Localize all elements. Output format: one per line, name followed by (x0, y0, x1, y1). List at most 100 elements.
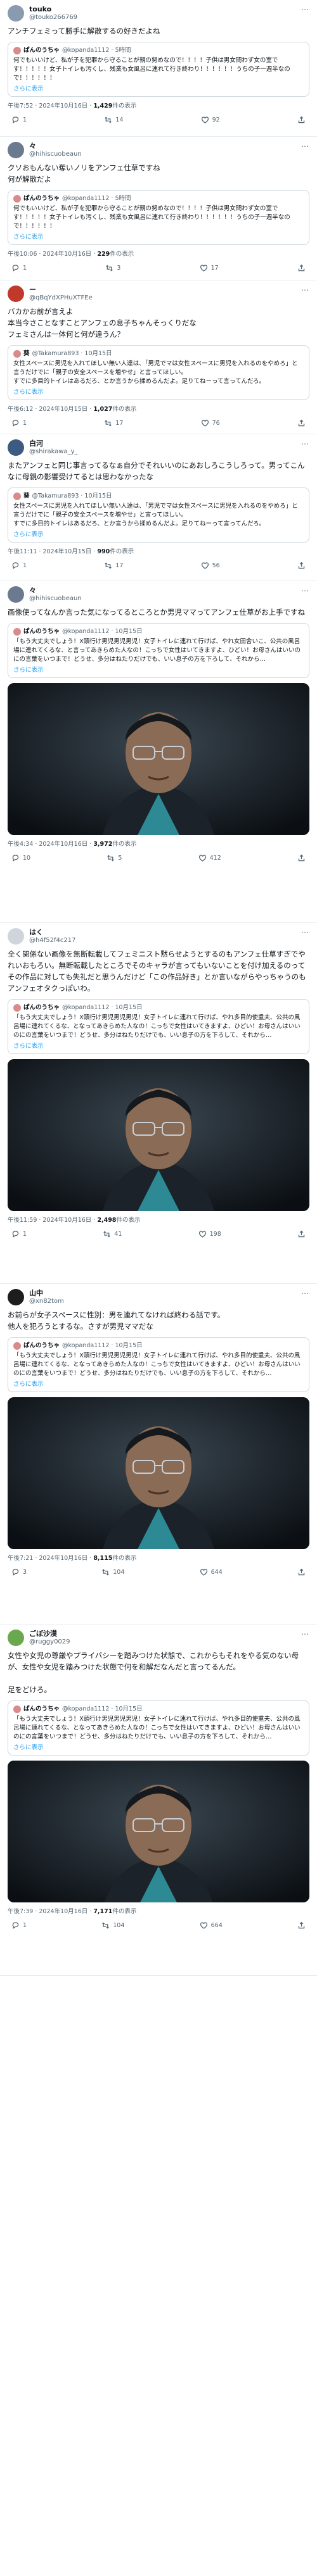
show-more-link[interactable]: さらに表示 (13, 1041, 304, 1050)
retweet-button[interactable]: 41 (103, 1230, 122, 1238)
like-button[interactable]: 644 (200, 1568, 223, 1576)
quoted-tweet[interactable]: ぱんのうちゃ @kopanda1112 · 10月15日 「もう大丈夫でしょう！X頭… (8, 999, 309, 1054)
show-more-link[interactable]: さらに表示 (13, 232, 304, 241)
author-handle[interactable]: @hihiscuobeaun (29, 594, 82, 603)
share-button[interactable] (297, 116, 306, 124)
show-more-link[interactable]: さらに表示 (13, 529, 304, 538)
view-count-label: 件の表示 (110, 251, 134, 258)
quoted-tweet[interactable]: ぱんのうちゃ @kopanda1112 · 10月15日 「もう大丈夫でしょう！X頭… (8, 1337, 309, 1392)
author-name[interactable]: touko (29, 5, 77, 13)
avatar[interactable] (8, 928, 24, 945)
like-button[interactable]: 92 (201, 116, 220, 124)
more-options-icon[interactable]: ⋯ (301, 1289, 309, 1298)
share-button[interactable] (297, 1568, 306, 1576)
author-name[interactable]: ごぼ沙漠 (29, 1630, 70, 1638)
retweet-button[interactable]: 104 (101, 1921, 124, 1930)
more-options-icon[interactable]: ⋯ (301, 928, 309, 937)
author-handle[interactable]: @ruggy0029 (29, 1638, 70, 1646)
show-more-link[interactable]: さらに表示 (13, 387, 304, 396)
tweet-image[interactable] (8, 1761, 309, 1902)
quoted-author-name: ぱんのうちゃ (23, 1706, 60, 1712)
tweet-image[interactable] (8, 683, 309, 835)
avatar[interactable] (8, 142, 24, 158)
reply-button[interactable]: 1 (11, 264, 27, 272)
show-more-link[interactable]: さらに表示 (13, 1742, 304, 1751)
tweet-timestamp[interactable]: 午後6:12 · 2024年10月15日 · (8, 406, 93, 413)
tweet-timestamp[interactable]: 午後11:11 · 2024年10月15日 · (8, 548, 97, 555)
tweet-timestamp[interactable]: 午後7:39 · 2024年10月16日 · (8, 1908, 93, 1915)
author-handle[interactable]: @h4f52f4c217 (29, 936, 75, 945)
author-info: touko @touko266769 (29, 5, 77, 22)
tweet-image[interactable] (8, 1059, 309, 1211)
reply-button[interactable]: 1 (11, 1230, 27, 1238)
reply-button[interactable]: 1 (11, 1921, 27, 1930)
author-handle[interactable]: @touko266769 (29, 13, 77, 22)
quoted-tweet[interactable]: ぱんのうちゃ @kopanda1112 · 5時間 何でもいいけど、私が子を犯罪から… (8, 190, 309, 245)
retweet-button[interactable]: 17 (104, 562, 123, 570)
avatar[interactable] (8, 1630, 24, 1646)
share-button[interactable] (297, 419, 306, 427)
more-options-icon[interactable]: ⋯ (301, 5, 309, 14)
share-button[interactable] (297, 854, 306, 862)
quoted-tweet[interactable]: 葵 @Takamura893 · 10月15日 女性スペースに男児を入れてほしい無… (8, 487, 309, 543)
author-name[interactable]: ー (29, 286, 93, 294)
author-handle[interactable]: @xn82tom (29, 1297, 64, 1305)
like-button[interactable]: 76 (201, 419, 220, 427)
retweet-button[interactable]: 5 (107, 854, 122, 862)
retweet-button[interactable]: 3 (105, 264, 120, 272)
quoted-tweet[interactable]: ぱんのうちゃ @kopanda1112 · 10月15日 「もう大丈夫でしょう！X頭… (8, 623, 309, 678)
more-options-icon[interactable]: ⋯ (301, 142, 309, 151)
retweet-count: 14 (115, 116, 124, 123)
author-name[interactable]: 山中 (29, 1289, 64, 1297)
avatar[interactable] (8, 1289, 24, 1305)
like-count: 198 (209, 1231, 221, 1238)
more-options-icon[interactable]: ⋯ (301, 286, 309, 294)
reply-icon (12, 1569, 19, 1576)
show-more-link[interactable]: さらに表示 (13, 1379, 304, 1388)
author-handle[interactable]: @qBqYdXPHuXTFEe (29, 294, 93, 302)
retweet-button[interactable]: 14 (104, 116, 123, 124)
avatar[interactable] (8, 439, 24, 456)
like-button[interactable]: 17 (200, 264, 219, 272)
retweet-button[interactable]: 104 (101, 1568, 124, 1576)
show-more-link[interactable]: さらに表示 (13, 84, 304, 92)
retweet-button[interactable]: 17 (104, 419, 123, 427)
quoted-tweet[interactable]: ぱんのうちゃ @kopanda1112 · 5時間 何でもいいけど、私が子を犯罪から… (8, 42, 309, 97)
quoted-avatar (13, 1004, 21, 1012)
reply-button[interactable]: 1 (11, 419, 27, 427)
author-name[interactable]: はく (29, 928, 75, 936)
author-name[interactable]: 々 (29, 142, 82, 150)
like-button[interactable]: 198 (198, 1230, 221, 1238)
author-handle[interactable]: @shirakawa_y_ (29, 448, 78, 456)
author-name[interactable]: 々 (29, 586, 82, 594)
tweet-timestamp[interactable]: 午後11:59 · 2024年10月16日 · (8, 1217, 97, 1224)
more-options-icon[interactable]: ⋯ (301, 1630, 309, 1638)
tweet-timestamp[interactable]: 午後7:52 · 2024年10月16日 · (8, 103, 93, 110)
share-button[interactable] (297, 562, 306, 570)
tweet-timestamp[interactable]: 午後7:21 · 2024年10月16日 · (8, 1555, 93, 1562)
like-button[interactable]: 56 (201, 562, 220, 570)
avatar[interactable] (8, 286, 24, 302)
like-button[interactable]: 664 (200, 1921, 223, 1930)
tweet-timestamp[interactable]: 午後4:34 · 2024年10月16日 · (8, 841, 93, 848)
reply-button[interactable]: 1 (11, 562, 27, 570)
reply-button[interactable]: 10 (11, 854, 30, 862)
tweet-timestamp[interactable]: 午後10:06 · 2024年10月16日 · (8, 251, 97, 258)
share-button[interactable] (297, 1921, 306, 1930)
author-handle[interactable]: @hihiscuobeaun (29, 150, 82, 158)
show-more-link[interactable]: さらに表示 (13, 665, 304, 674)
share-button[interactable] (297, 264, 306, 272)
avatar[interactable] (8, 5, 24, 22)
quoted-tweet[interactable]: 葵 @Takamura893 · 10月15日 女性スペースに男児を入れてほしい無… (8, 345, 309, 400)
author-name[interactable]: 白河 (29, 439, 78, 448)
more-options-icon[interactable]: ⋯ (301, 586, 309, 595)
quoted-tweet[interactable]: ぱんのうちゃ @kopanda1112 · 10月15日 「もう大丈夫でしょう！X頭… (8, 1700, 309, 1756)
tweet-image[interactable] (8, 1397, 309, 1549)
more-options-icon[interactable]: ⋯ (301, 439, 309, 448)
reply-button[interactable]: 3 (11, 1568, 27, 1576)
retweet-icon (105, 562, 112, 569)
avatar[interactable] (8, 586, 24, 603)
share-button[interactable] (297, 1230, 306, 1238)
reply-button[interactable]: 1 (11, 116, 27, 124)
like-button[interactable]: 412 (198, 854, 221, 862)
